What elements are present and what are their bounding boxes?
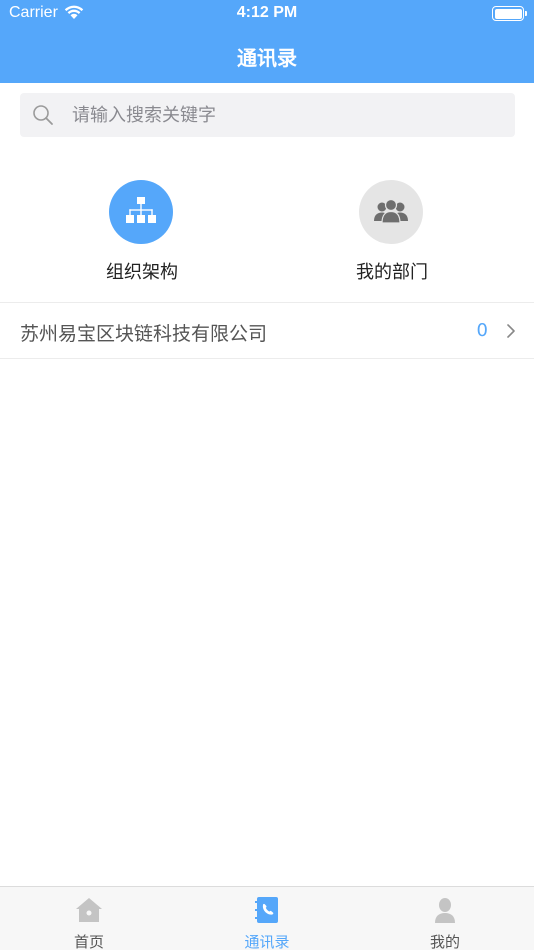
- tab-home-label: 首页: [73, 933, 104, 950]
- search-bar[interactable]: [20, 93, 515, 137]
- org-structure-label: 组织架构: [106, 262, 178, 283]
- user-icon: [435, 898, 455, 923]
- contacts-book-icon: [255, 897, 278, 923]
- tab-bar: 首页 通讯录 我的: [0, 886, 534, 950]
- search-icon: [33, 105, 53, 125]
- app-header: Carrier 4:12 PM 通讯录: [0, 0, 534, 83]
- chevron-right-icon: [507, 324, 515, 338]
- org-chart-icon: [126, 197, 156, 223]
- tab-contacts[interactable]: 通讯录: [178, 887, 356, 950]
- status-time: 4:12 PM: [236, 4, 298, 21]
- company-member-count: 0: [476, 320, 488, 341]
- tab-home[interactable]: 首页: [0, 887, 178, 950]
- tab-profile-label: 我的: [429, 933, 460, 950]
- home-icon: [76, 898, 102, 922]
- people-group-icon: [374, 198, 408, 224]
- org-structure-icon-circle: [109, 180, 173, 244]
- tab-profile[interactable]: 我的: [356, 887, 534, 950]
- battery-icon: [492, 6, 527, 21]
- company-list-item[interactable]: 苏州易宝区块链科技有限公司 0: [0, 303, 534, 359]
- my-department-button[interactable]: 我的部门: [302, 178, 482, 288]
- status-bar: Carrier 4:12 PM: [0, 0, 534, 28]
- tab-contacts-label: 通讯录: [244, 933, 290, 950]
- search-input[interactable]: [72, 93, 502, 137]
- org-structure-button[interactable]: 组织架构: [52, 178, 232, 288]
- my-department-icon-circle: [359, 180, 423, 244]
- company-name: 苏州易宝区块链科技有限公司: [20, 323, 268, 345]
- my-department-label: 我的部门: [356, 262, 428, 283]
- page-title: 通讯录: [237, 46, 297, 70]
